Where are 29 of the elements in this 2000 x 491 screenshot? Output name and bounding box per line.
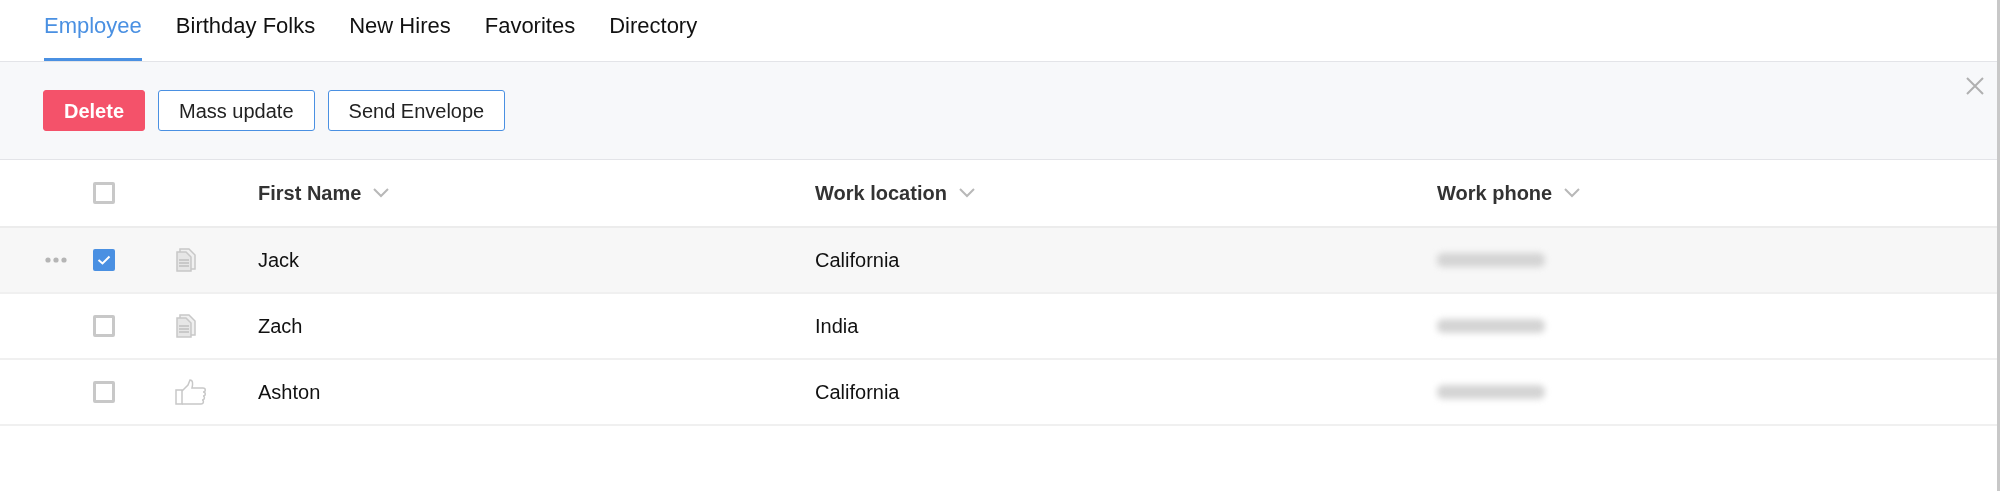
column-header[interactable]: First Name — [258, 178, 362, 208]
checkmark-icon — [97, 255, 111, 265]
tab[interactable]: New Hires — [349, 9, 451, 61]
document-icon[interactable] — [175, 248, 197, 272]
tab[interactable]: Directory — [609, 9, 698, 61]
column-header[interactable]: Work location — [815, 178, 947, 208]
checkbox[interactable] — [93, 182, 115, 204]
close-icon[interactable] — [1965, 76, 1985, 96]
table-cell: Zach — [258, 315, 303, 337]
column-header[interactable]: Work phone — [1437, 178, 1553, 208]
tab[interactable]: Birthday Folks — [175, 9, 316, 61]
table-cell: California — [815, 381, 900, 403]
toolbar-button[interactable]: Mass update — [158, 90, 315, 131]
table-cell: California — [815, 249, 900, 271]
checkbox[interactable] — [93, 249, 115, 271]
tab[interactable]: Favorites — [484, 9, 576, 61]
more-options-icon[interactable] — [45, 257, 67, 263]
sort-caret-icon[interactable] — [958, 188, 975, 198]
sort-caret-icon[interactable] — [373, 188, 390, 198]
table-cell: Ashton — [258, 381, 321, 403]
document-icon[interactable] — [175, 314, 197, 338]
sort-caret-icon[interactable] — [1564, 188, 1581, 198]
checkbox[interactable] — [93, 381, 115, 403]
table-cell: Jack — [258, 249, 300, 271]
thumbs-up-icon[interactable] — [175, 379, 207, 405]
toolbar-button[interactable]: Send Envelope — [327, 90, 506, 131]
checkbox[interactable] — [93, 315, 115, 337]
table-cell: India — [815, 315, 859, 337]
table-row[interactable]: Jack California — [0, 228, 1997, 294]
